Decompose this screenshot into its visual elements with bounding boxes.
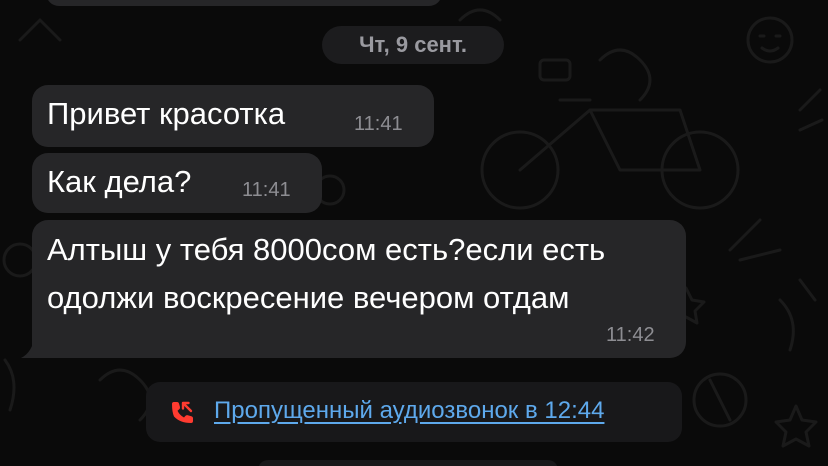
previous-message-bubble[interactable] (46, 0, 442, 6)
next-message-bubble[interactable] (258, 460, 558, 466)
message-text: Привет красотка (47, 96, 286, 131)
message-timestamp: 11:42 (606, 324, 655, 346)
message-bubble[interactable]: Алтыш у тебя 8000сом есть?если есть одол… (32, 220, 686, 358)
message-bubble[interactable]: Как дела? 11:41 (32, 153, 322, 213)
message-text: Как дела? (47, 164, 192, 199)
missed-call-icon (172, 401, 193, 423)
message-text-line: Алтыш у тебя 8000сом есть?если есть (47, 232, 606, 267)
date-separator: Чт, 9 сент. (322, 26, 504, 64)
missed-call-link[interactable]: Пропущенный аудиозвонок в 12:44 (214, 397, 604, 425)
missed-call-notice[interactable]: Пропущенный аудиозвонок в 12:44 (146, 382, 682, 442)
message-timestamp: 11:41 (242, 179, 291, 201)
message-text-line: одолжи воскресение вечером отдам (47, 280, 570, 315)
chat-screen: Чт, 9 сент. Привет красотка 11:41 Как де… (0, 0, 828, 466)
message-bubble[interactable]: Привет красотка 11:41 (32, 85, 434, 147)
message-timestamp: 11:41 (354, 113, 403, 135)
